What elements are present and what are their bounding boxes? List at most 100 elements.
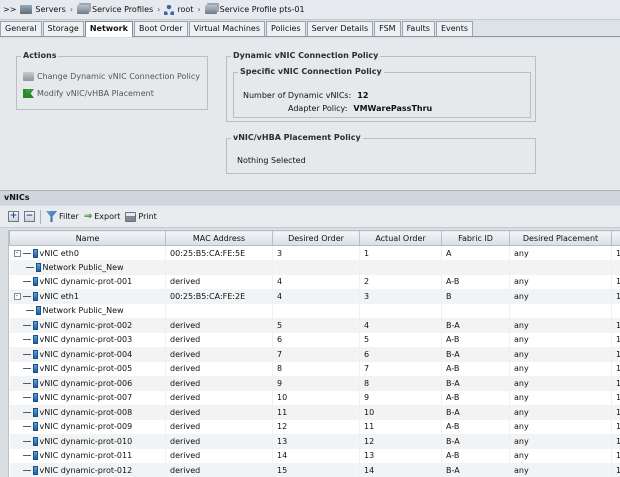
num-dynamic-vnics-value: 12 xyxy=(357,91,369,100)
tab-policies[interactable]: Policies xyxy=(266,21,306,36)
row-name-label[interactable]: vNIC dynamic-prot-002 xyxy=(40,321,133,330)
tab-events[interactable]: Events xyxy=(435,21,474,36)
change-dynamic-vnic-policy-link[interactable]: Change Dynamic vNIC Connection Policy xyxy=(23,72,200,81)
column-header-mac[interactable]: MAC Address xyxy=(165,230,273,246)
vnics-table-body: -vNIC eth000:25:B5:CA:FE:5E31Aany1Networ… xyxy=(9,245,620,477)
row-name-label[interactable]: vNIC dynamic-prot-009 xyxy=(40,422,133,431)
tree-connector xyxy=(22,281,31,283)
cell-mac: derived xyxy=(165,463,273,477)
breadcrumb-prefix[interactable]: >> xyxy=(3,5,16,14)
row-name-label[interactable]: vNIC dynamic-prot-007 xyxy=(40,393,133,402)
cell-fabric-id xyxy=(441,260,510,275)
actions-title: Actions xyxy=(21,51,59,60)
column-header-name[interactable]: Name xyxy=(9,230,166,246)
cell-desired-placement xyxy=(509,260,612,275)
cell-fabric-id: A xyxy=(441,245,510,260)
table-row[interactable]: vNIC dynamic-prot-009 derived1211A-Bany1 xyxy=(9,419,620,434)
table-row[interactable]: vNIC dynamic-prot-004 derived76B-Aany1 xyxy=(9,347,620,362)
remove-icon[interactable]: − xyxy=(24,211,35,222)
adapter-policy-value[interactable]: VMWarePassThru xyxy=(353,104,432,113)
cell-desired-order: 11 xyxy=(272,405,360,420)
crumb-root[interactable]: root xyxy=(164,4,193,15)
cell-desired-order xyxy=(272,260,360,275)
tab-faults[interactable]: Faults xyxy=(401,21,435,36)
cell-name: vNIC dynamic-prot-007 xyxy=(9,390,166,405)
table-row[interactable]: vNIC dynamic-prot-008 derived1110B-Aany1 xyxy=(9,405,620,420)
cell-fabric-id: A-B xyxy=(441,274,510,289)
row-name-label[interactable]: vNIC eth1 xyxy=(40,292,79,301)
row-name-label[interactable]: Network Public_New xyxy=(43,263,124,272)
placement-policy-value: Nothing Selected xyxy=(237,156,306,165)
vnic-icon xyxy=(32,320,38,330)
tab-storage[interactable]: Storage xyxy=(42,21,84,36)
table-row[interactable]: vNIC dynamic-prot-010 derived1312B-Aany1 xyxy=(9,434,620,449)
print-button[interactable]: Print xyxy=(125,211,157,222)
crumb-service-profiles[interactable]: Service Profiles xyxy=(77,5,153,14)
collapse-toggle-icon[interactable]: - xyxy=(13,249,21,257)
tab-network[interactable]: Network xyxy=(84,21,133,37)
row-name-label[interactable]: vNIC dynamic-prot-008 xyxy=(40,408,133,417)
cell-fabric-id: B-A xyxy=(441,434,510,449)
cell-extra: 1 xyxy=(611,463,620,477)
tree-node: vNIC dynamic-prot-004 xyxy=(14,349,165,359)
table-row[interactable]: vNIC dynamic-prot-012 derived1514B-Aany1 xyxy=(9,463,620,477)
cell-name: vNIC dynamic-prot-004 xyxy=(9,347,166,362)
cell-desired-placement: any xyxy=(509,376,612,391)
export-button[interactable]: ⇒ Export xyxy=(84,211,121,222)
table-row[interactable]: vNIC dynamic-prot-001 derived42A-Bany1 xyxy=(9,274,620,289)
column-header-desired-order[interactable]: Desired Order xyxy=(272,230,360,246)
cell-desired-placement xyxy=(509,303,612,318)
tab-boot-order[interactable]: Boot Order xyxy=(133,21,188,36)
filter-button[interactable]: Filter xyxy=(46,211,79,222)
service-profile-icon xyxy=(204,5,217,14)
vnic-icon xyxy=(32,451,38,461)
table-row[interactable]: vNIC dynamic-prot-003 derived65A-Bany1 xyxy=(9,332,620,347)
row-name-label[interactable]: vNIC dynamic-prot-004 xyxy=(40,350,133,359)
cell-mac: derived xyxy=(165,434,273,449)
specific-vnic-policy-group: Specific vNIC Connection Policy Number o… xyxy=(233,67,531,118)
column-header-desired-placement[interactable]: Desired Placement xyxy=(509,230,612,246)
table-row[interactable]: Network Public_New xyxy=(9,303,620,318)
collapse-toggle-icon[interactable]: - xyxy=(13,292,21,300)
row-name-label[interactable]: vNIC dynamic-prot-005 xyxy=(40,364,133,373)
cell-fabric-id: A-B xyxy=(441,419,510,434)
column-header-more[interactable] xyxy=(611,230,620,246)
row-name-label[interactable]: vNIC dynamic-prot-012 xyxy=(40,466,133,475)
tab-general[interactable]: General xyxy=(0,21,42,36)
modify-placement-link[interactable]: Modify vNIC/vHBA Placement xyxy=(23,89,154,98)
table-row[interactable]: - vNIC eth1 00:25:B5:CA:FE:2E43Bany1 xyxy=(9,289,620,304)
row-name-label[interactable]: vNIC dynamic-prot-001 xyxy=(40,277,133,286)
column-header-actual-order[interactable]: Actual Order xyxy=(359,230,442,246)
cell-fabric-id: B-A xyxy=(441,318,510,333)
add-icon[interactable]: + xyxy=(8,211,19,222)
row-name-label[interactable]: vNIC dynamic-prot-010 xyxy=(40,437,133,446)
table-row[interactable]: Network Public_New xyxy=(9,260,620,275)
table-row[interactable]: vNIC dynamic-prot-007 derived109A-Bany1 xyxy=(9,390,620,405)
cell-actual-order: 11 xyxy=(359,419,442,434)
tab-fsm[interactable]: FSM xyxy=(374,21,401,36)
tab-virtual-machines[interactable]: Virtual Machines xyxy=(188,21,265,36)
row-name-label[interactable]: vNIC eth0 xyxy=(40,249,79,258)
breadcrumb: >> Servers › Service Profiles › root › S… xyxy=(0,0,620,20)
crumb-servers[interactable]: Servers xyxy=(20,5,66,14)
breadcrumb-separator: › xyxy=(157,5,161,14)
adapter-policy-label: Adapter Policy: xyxy=(288,104,348,113)
row-name-label[interactable]: Network Public_New xyxy=(43,306,124,315)
table-row[interactable]: vNIC dynamic-prot-002 derived54B-Aany1 xyxy=(9,318,620,333)
table-row[interactable]: vNIC dynamic-prot-006 derived98B-Aany1 xyxy=(9,376,620,391)
vnic-icon xyxy=(32,465,38,475)
column-header-fabric-id[interactable]: Fabric ID xyxy=(441,230,510,246)
cell-desired-placement: any xyxy=(509,332,612,347)
table-row[interactable]: vNIC dynamic-prot-005 derived87A-Bany1 xyxy=(9,361,620,376)
row-name-label[interactable]: vNIC dynamic-prot-003 xyxy=(40,335,133,344)
row-name-label[interactable]: vNIC dynamic-prot-006 xyxy=(40,379,133,388)
row-name-label[interactable]: vNIC dynamic-prot-011 xyxy=(40,451,133,460)
tab-server-details[interactable]: Server Details xyxy=(306,21,374,36)
cell-fabric-id xyxy=(441,303,510,318)
cell-actual-order: 14 xyxy=(359,463,442,477)
tree-connector xyxy=(22,426,31,428)
table-row[interactable]: vNIC dynamic-prot-011 derived1413A-Bany1 xyxy=(9,448,620,463)
vnics-table-container[interactable]: Name MAC Address Desired Order Actual Or… xyxy=(8,230,620,477)
table-row[interactable]: -vNIC eth000:25:B5:CA:FE:5E31Aany1 xyxy=(9,245,620,260)
crumb-service-profile[interactable]: Service Profile pts-01 xyxy=(204,5,305,14)
